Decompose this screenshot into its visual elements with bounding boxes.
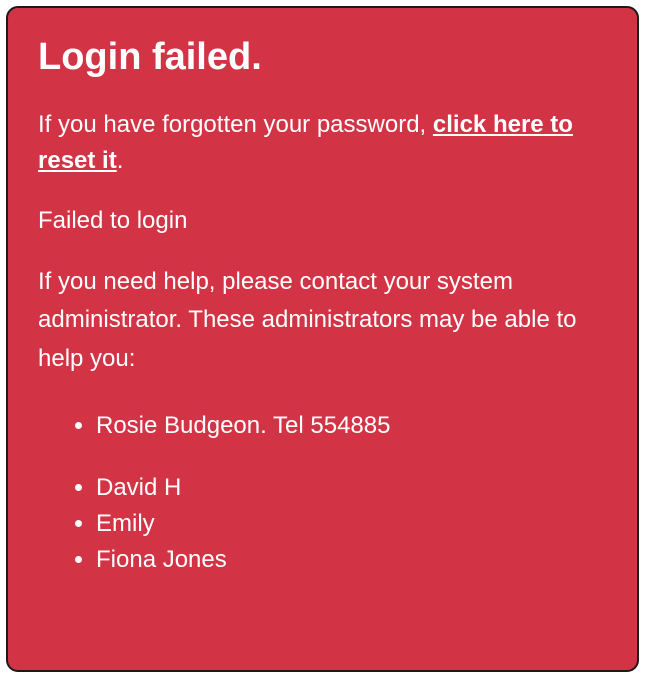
error-heading: Login failed. bbox=[38, 36, 607, 79]
admin-list: Rosie Budgeon. Tel 554885 David H Emily … bbox=[38, 408, 607, 578]
list-item: Fiona Jones bbox=[96, 542, 607, 578]
forgot-suffix: . bbox=[117, 147, 124, 174]
forgot-prefix: If you have forgotten your password, bbox=[38, 111, 433, 138]
list-item: Emily bbox=[96, 506, 607, 542]
forgot-password-line: If you have forgotten your password, cli… bbox=[38, 107, 607, 179]
login-failed-panel: Login failed. If you have forgotten your… bbox=[6, 6, 639, 672]
list-item: David H bbox=[96, 470, 607, 506]
list-item: Rosie Budgeon. Tel 554885 bbox=[96, 408, 607, 444]
help-text: If you need help, please contact your sy… bbox=[38, 263, 607, 378]
failure-message: Failed to login bbox=[38, 207, 607, 235]
